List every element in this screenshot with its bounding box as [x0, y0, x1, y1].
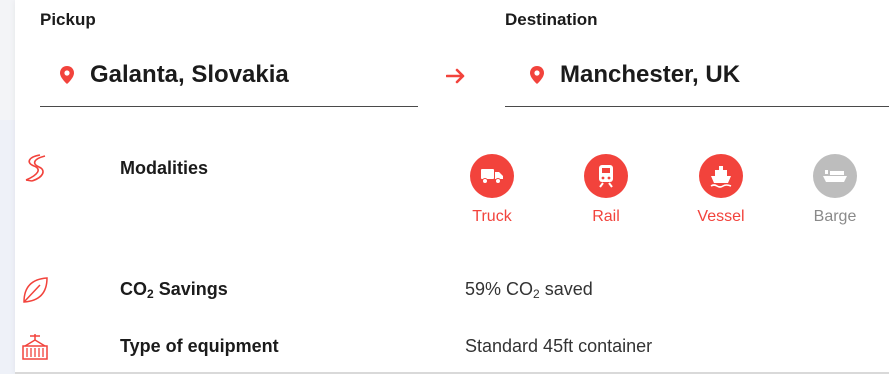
co2-savings-value: 59% CO2 saved	[465, 279, 593, 301]
modality-vessel-label: Vessel	[697, 208, 745, 225]
equipment-value: Standard 45ft container	[465, 336, 653, 356]
pickup-underline	[40, 106, 418, 107]
ship-icon	[699, 154, 743, 198]
container-crane-icon	[20, 332, 50, 362]
destination-underline	[505, 106, 889, 107]
modality-vessel-button[interactable]: Vessel	[686, 154, 756, 226]
leaf-icon	[20, 275, 50, 305]
barge-icon	[813, 154, 857, 198]
modality-barge-label: Barge	[813, 208, 857, 225]
pickup-field[interactable]: Galanta, Slovakia	[60, 55, 289, 95]
modality-rail-label: Rail	[592, 208, 620, 225]
modality-truck-label: Truck	[472, 208, 512, 225]
destination-value: Manchester, UK	[560, 61, 741, 88]
destination-field[interactable]: Manchester, UK	[530, 55, 740, 95]
co2-savings-label: CO2 Savings	[120, 279, 228, 301]
modality-rail-button[interactable]: Rail	[571, 154, 641, 226]
shipment-summary-card: Pickup Galanta, Slovakia Destination Man…	[15, 0, 889, 374]
train-icon	[584, 154, 628, 198]
modality-barge-button[interactable]: Barge	[800, 154, 870, 226]
pickup-value: Galanta, Slovakia	[90, 61, 289, 88]
destination-label: Destination	[505, 10, 598, 29]
equipment-label: Type of equipment	[120, 336, 279, 356]
modality-truck-button[interactable]: Truck	[457, 154, 527, 226]
location-pin-icon	[60, 66, 74, 84]
modalities-label: Modalities	[120, 158, 209, 178]
location-pin-icon	[530, 66, 544, 84]
route-icon	[20, 153, 50, 183]
truck-icon	[470, 154, 514, 198]
arrow-right-icon	[445, 68, 466, 84]
pickup-label: Pickup	[40, 10, 96, 29]
